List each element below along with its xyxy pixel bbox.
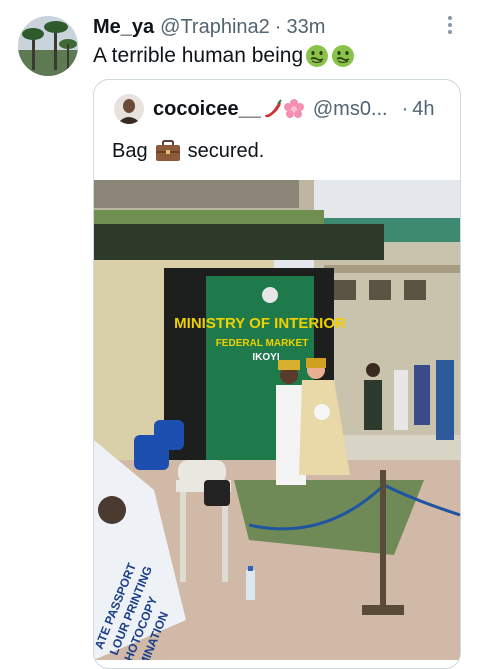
quoted-user-avatar[interactable]: [114, 94, 144, 124]
tweet[interactable]: Me_ya @Traphina2 · 33m A terrible human …: [0, 0, 480, 669]
sign-line-2: FEDERAL MARKET: [216, 338, 309, 349]
user-avatar[interactable]: [18, 16, 78, 76]
quoted-photo[interactable]: MINISTRY OF INTERIOR FEDERAL MARKET IKOY…: [94, 180, 460, 660]
chili-pepper-icon: [264, 99, 282, 118]
quoted-tweet[interactable]: cocoicee__ @ms0... · 4h Bag secured. MIN…: [93, 79, 461, 669]
wedding-photo-image: MINISTRY OF INTERIOR FEDERAL MARKET IKOY…: [94, 180, 460, 660]
nauseated-face-icon: [306, 45, 329, 67]
quoted-text-before: Bag: [112, 140, 148, 162]
user-handle[interactable]: @Traphina2: [160, 16, 270, 39]
briefcase-icon: [155, 140, 180, 161]
more-vertical-icon[interactable]: [440, 14, 460, 36]
avatar-palm-trees-image: [18, 16, 78, 76]
sign-line-1: MINISTRY OF INTERIOR: [174, 315, 346, 332]
quoted-header: cocoicee__ @ms0... · 4h: [114, 94, 435, 124]
quoted-separator-dot: ·: [401, 97, 409, 120]
quoted-text: Bag secured.: [112, 138, 264, 164]
separator-dot: ·: [274, 15, 282, 38]
quoted-display-name[interactable]: cocoicee__: [153, 98, 261, 121]
quoted-text-after: secured.: [187, 140, 265, 162]
quoted-avatar-image: [114, 94, 144, 124]
timestamp[interactable]: 33m: [286, 16, 325, 39]
quoted-timestamp[interactable]: 4h: [412, 98, 434, 121]
tweet-text-content: A terrible human being: [93, 44, 304, 67]
sign-line-3: IKOYI: [252, 352, 279, 363]
tweet-text: A terrible human being: [93, 42, 355, 70]
tweet-header: Me_ya @Traphina2 · 33m: [93, 13, 325, 41]
cherry-blossom-icon: [283, 99, 304, 118]
display-name[interactable]: Me_ya: [93, 16, 154, 39]
nauseated-face-icon: [332, 45, 355, 67]
quoted-handle[interactable]: @ms0...: [313, 98, 388, 121]
